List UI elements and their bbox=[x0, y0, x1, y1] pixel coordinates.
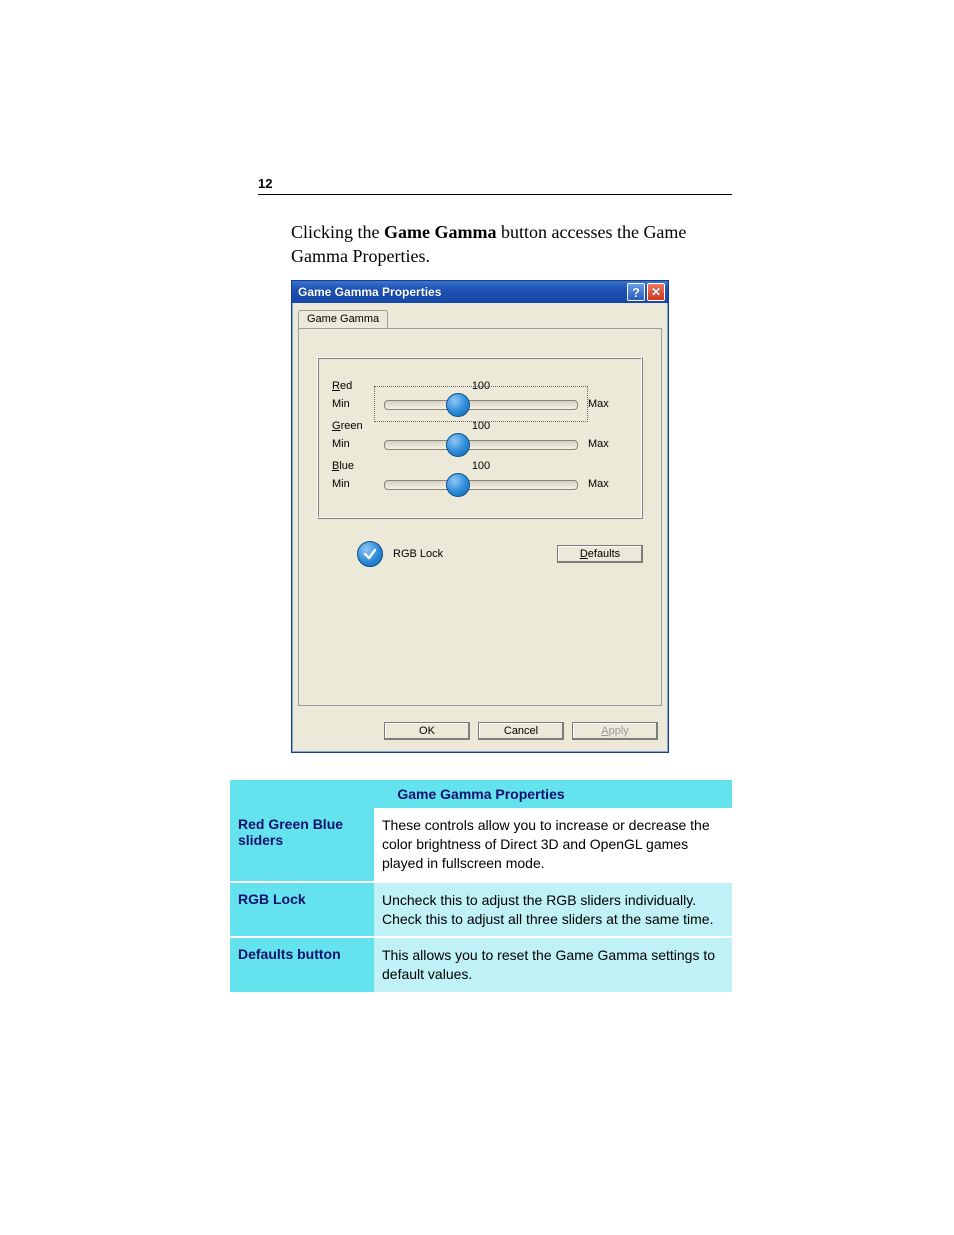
table-cell-name: Defaults button bbox=[230, 937, 374, 993]
intro-bold: Game Gamma bbox=[384, 222, 496, 242]
table-row: RGB Lock Uncheck this to adjust the RGB … bbox=[230, 882, 732, 938]
defaults-button[interactable]: Defaults bbox=[557, 545, 643, 563]
blue-slider[interactable] bbox=[380, 472, 582, 496]
green-max-label: Max bbox=[588, 438, 628, 450]
intro-pre: Clicking the bbox=[291, 222, 384, 242]
dialog-title: Game Gamma Properties bbox=[298, 285, 625, 299]
table-cell-name: RGB Lock bbox=[230, 882, 374, 938]
close-icon[interactable]: ✕ bbox=[647, 283, 665, 301]
green-slider[interactable] bbox=[380, 432, 582, 456]
blue-slider-thumb[interactable] bbox=[446, 473, 470, 497]
table-cell-name: Red Green Blue sliders bbox=[230, 808, 374, 882]
sliders-group: Red 100 Min Max Green 100 bbox=[317, 357, 643, 519]
tab-game-gamma[interactable]: Game Gamma bbox=[298, 310, 388, 329]
blue-max-label: Max bbox=[588, 478, 628, 490]
table-header: Game Gamma Properties bbox=[230, 780, 732, 808]
tab-strip: Game Gamma bbox=[292, 303, 668, 328]
page-number: 12 bbox=[258, 176, 272, 191]
red-slider-thumb[interactable] bbox=[446, 393, 470, 417]
table-cell-desc: These controls allow you to increase or … bbox=[374, 808, 732, 882]
blue-label: Blue bbox=[332, 460, 374, 472]
ok-button[interactable]: OK bbox=[384, 722, 470, 740]
rgb-lock-label: RGB Lock bbox=[393, 548, 443, 560]
blue-value: 100 bbox=[380, 460, 582, 472]
properties-table: Game Gamma Properties Red Green Blue sli… bbox=[230, 780, 732, 994]
apply-button[interactable]: Apply bbox=[572, 722, 658, 740]
help-icon[interactable]: ? bbox=[627, 283, 645, 301]
table-row: Defaults button This allows you to reset… bbox=[230, 937, 732, 993]
checkmark-icon bbox=[363, 547, 377, 561]
red-min-label: Min bbox=[332, 398, 374, 410]
header-rule bbox=[258, 194, 732, 195]
table-row: Red Green Blue sliders These controls al… bbox=[230, 808, 732, 882]
cancel-button[interactable]: Cancel bbox=[478, 722, 564, 740]
green-min-label: Min bbox=[332, 438, 374, 450]
red-slider[interactable] bbox=[380, 392, 582, 416]
tab-body: Red 100 Min Max Green 100 bbox=[298, 328, 662, 706]
green-slider-thumb[interactable] bbox=[446, 433, 470, 457]
dialog-button-row: OK Cancel Apply bbox=[292, 712, 668, 752]
table-cell-desc: This allows you to reset the Game Gamma … bbox=[374, 937, 732, 993]
green-label: Green bbox=[332, 420, 374, 432]
game-gamma-dialog: Game Gamma Properties ? ✕ Game Gamma Red… bbox=[291, 280, 669, 753]
rgb-lock-checkbox[interactable] bbox=[357, 541, 383, 567]
dialog-titlebar[interactable]: Game Gamma Properties ? ✕ bbox=[292, 281, 668, 303]
red-max-label: Max bbox=[588, 398, 628, 410]
intro-paragraph: Clicking the Game Gamma button accesses … bbox=[291, 220, 731, 269]
table-cell-desc: Uncheck this to adjust the RGB sliders i… bbox=[374, 882, 732, 938]
blue-min-label: Min bbox=[332, 478, 374, 490]
red-label: Red bbox=[332, 380, 374, 392]
